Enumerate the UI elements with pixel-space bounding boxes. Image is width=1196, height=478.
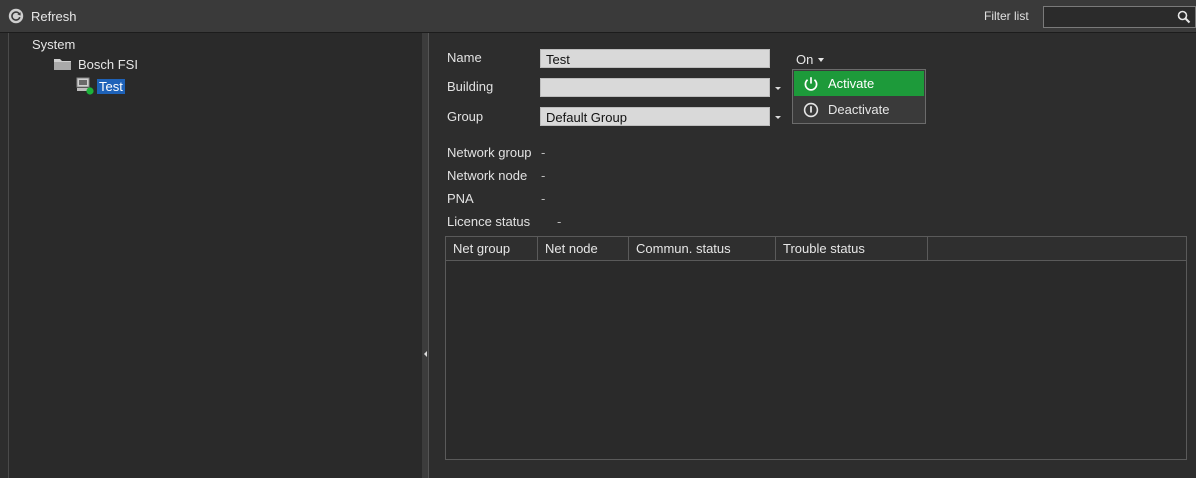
menu-item-activate[interactable]: Activate xyxy=(794,71,924,96)
on-dropdown-button[interactable]: On xyxy=(796,52,825,67)
licence-status-value: - xyxy=(557,214,562,229)
column-header-net-node[interactable]: Net node xyxy=(538,237,629,260)
building-label: Building xyxy=(447,79,494,94)
folder-icon xyxy=(54,59,71,70)
column-header-trouble-status[interactable]: Trouble status xyxy=(776,237,928,260)
name-field-value: Test xyxy=(546,52,570,67)
refresh-button[interactable]: Refresh xyxy=(8,7,77,25)
licence-status-label: Licence status xyxy=(447,214,531,229)
column-header-net-group[interactable]: Net group xyxy=(446,237,538,260)
panel-device-icon xyxy=(76,77,94,95)
tree-item-bosch-fsi[interactable]: Bosch FSI xyxy=(53,56,138,72)
menu-item-deactivate[interactable]: Deactivate xyxy=(794,97,924,122)
menu-item-deactivate-label: Deactivate xyxy=(828,102,890,117)
search-icon[interactable] xyxy=(1177,10,1191,24)
tree-item-test[interactable]: Test xyxy=(75,77,125,95)
group-select[interactable]: Default Group xyxy=(540,107,770,126)
name-label: Name xyxy=(447,50,482,65)
filter-label: Filter list xyxy=(984,9,1029,23)
refresh-icon xyxy=(8,8,24,24)
pna-value: - xyxy=(541,191,546,206)
toolbar: Refresh Filter list xyxy=(0,0,1196,33)
name-field[interactable]: Test xyxy=(540,49,770,68)
filter-input[interactable] xyxy=(1043,6,1196,28)
building-select[interactable] xyxy=(540,78,770,97)
network-node-value: - xyxy=(541,168,546,183)
menu-item-activate-label: Activate xyxy=(828,76,875,91)
network-group-value: - xyxy=(541,145,546,160)
caret-down-icon xyxy=(818,57,825,62)
network-node-label: Network node xyxy=(447,168,528,183)
tree-item-label-selected: Test xyxy=(97,78,125,94)
building-dropdown-icon[interactable] xyxy=(775,87,781,90)
group-select-value: Default Group xyxy=(546,110,627,125)
group-dropdown-icon[interactable] xyxy=(775,116,781,119)
on-button-label: On xyxy=(796,52,814,67)
tree-panel: System Bosch FSI Test xyxy=(8,33,423,478)
column-header-commun-status[interactable]: Commun. status xyxy=(629,237,776,260)
table-header: Net group Net node Commun. status Troubl… xyxy=(446,237,1186,261)
net-status-table: Net group Net node Commun. status Troubl… xyxy=(445,236,1187,460)
pna-label: PNA xyxy=(447,191,474,206)
refresh-label: Refresh xyxy=(31,8,77,24)
network-group-label: Network group xyxy=(447,145,532,160)
group-label: Group xyxy=(447,109,484,124)
tree-item-label: Bosch FSI xyxy=(78,56,138,72)
collapse-arrow-icon[interactable] xyxy=(424,351,427,357)
power-off-icon xyxy=(803,102,819,117)
tree-root-system[interactable]: System xyxy=(32,37,75,52)
activation-menu: Activate Deactivate xyxy=(792,69,926,124)
power-icon xyxy=(804,76,818,91)
panel-splitter[interactable] xyxy=(422,33,429,478)
